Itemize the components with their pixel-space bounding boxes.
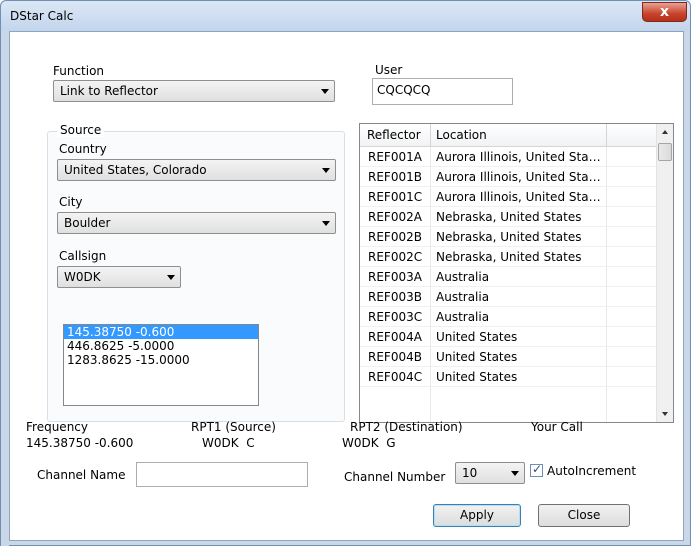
reflector-cell: REF003A bbox=[368, 270, 422, 284]
table-row[interactable]: REF002A Nebraska, United States bbox=[360, 207, 657, 227]
channel-name-input[interactable] bbox=[136, 462, 308, 487]
vertical-scrollbar[interactable] bbox=[656, 124, 673, 422]
function-dropdown[interactable]: Link to Reflector bbox=[53, 80, 335, 102]
country-dropdown[interactable]: United States, Colorado bbox=[57, 159, 336, 181]
column-header-reflector[interactable]: Reflector bbox=[367, 128, 421, 142]
chevron-down-icon bbox=[167, 275, 175, 280]
autoincrement-label[interactable]: AutoIncrement bbox=[547, 464, 636, 478]
title-bar[interactable]: DStar Calc x bbox=[1, 1, 690, 31]
reflector-cell: REF003C bbox=[368, 310, 423, 324]
location-cell: Aurora Illinois, United Stat... bbox=[436, 170, 602, 184]
reflector-cell: REF002B bbox=[368, 230, 422, 244]
city-label: City bbox=[59, 195, 83, 209]
scroll-down-icon[interactable] bbox=[662, 412, 668, 416]
checkmark-icon: ✓ bbox=[532, 462, 543, 476]
reflector-cell: REF002C bbox=[368, 250, 423, 264]
reflector-cell: REF001A bbox=[368, 150, 422, 164]
reflector-table-header: Reflector Location bbox=[360, 124, 657, 147]
table-row[interactable]: REF001A Aurora Illinois, United Stat... bbox=[360, 147, 657, 167]
close-icon: x bbox=[659, 4, 670, 20]
rpt1-value: W0DK C bbox=[202, 436, 255, 450]
location-cell: Nebraska, United States bbox=[436, 210, 582, 224]
callsign-dropdown-value: W0DK bbox=[64, 270, 101, 284]
chevron-down-icon bbox=[322, 168, 330, 173]
reflector-cell: REF004A bbox=[368, 330, 422, 344]
country-label: Country bbox=[59, 142, 107, 156]
callsign-label: Callsign bbox=[59, 249, 107, 263]
table-row[interactable]: REF003C Australia bbox=[360, 307, 657, 327]
table-row[interactable]: REF003A Australia bbox=[360, 267, 657, 287]
column-divider[interactable] bbox=[430, 124, 431, 147]
client-area: Function Link to Reflector User CQCQCQ S… bbox=[9, 31, 684, 541]
table-row[interactable]: REF004A United States bbox=[360, 327, 657, 347]
frequency-listbox[interactable]: 145.38750 -0.600 446.8625 -5.0000 1283.8… bbox=[63, 324, 259, 406]
window-title: DStar Calc bbox=[10, 9, 74, 23]
chevron-down-icon bbox=[511, 471, 519, 476]
rpt2-label: RPT2 (Destination) bbox=[350, 420, 463, 434]
autoincrement-checkbox[interactable]: ✓ bbox=[530, 462, 543, 477]
rpt1-label: RPT1 (Source) bbox=[191, 420, 276, 434]
column-divider[interactable] bbox=[606, 124, 607, 147]
function-dropdown-value: Link to Reflector bbox=[60, 84, 158, 98]
table-row[interactable]: REF004C United States bbox=[360, 367, 657, 387]
reflector-cell: REF001B bbox=[368, 170, 422, 184]
location-cell: Aurora Illinois, United Stat... bbox=[436, 150, 602, 164]
channel-number-value: 10 bbox=[462, 466, 478, 480]
table-row[interactable]: REF004B United States bbox=[360, 347, 657, 367]
table-row[interactable]: REF001B Aurora Illinois, United Stat... bbox=[360, 167, 657, 187]
frequency-label: Frequency bbox=[26, 420, 88, 434]
location-cell: Nebraska, United States bbox=[436, 250, 582, 264]
window-frame-left bbox=[1, 31, 9, 546]
channel-name-label: Channel Name bbox=[37, 468, 126, 482]
city-dropdown-value: Boulder bbox=[64, 216, 111, 230]
table-row[interactable]: REF002B Nebraska, United States bbox=[360, 227, 657, 247]
window-close-button[interactable]: x bbox=[642, 2, 687, 22]
yourcall-label: Your Call bbox=[531, 420, 583, 434]
location-cell: Aurora Illinois, United Stat... bbox=[436, 190, 602, 204]
function-label: Function bbox=[53, 64, 105, 78]
source-group-title: Source bbox=[57, 123, 105, 137]
table-row[interactable]: REF002C Nebraska, United States bbox=[360, 247, 657, 267]
channel-number-label: Channel Number bbox=[344, 470, 446, 484]
reflector-cell: REF001C bbox=[368, 190, 423, 204]
location-cell: Australia bbox=[436, 270, 490, 284]
chevron-down-icon bbox=[322, 221, 330, 226]
reflector-cell: REF003B bbox=[368, 290, 422, 304]
apply-button[interactable]: Apply bbox=[433, 504, 521, 527]
user-label: User bbox=[375, 63, 403, 77]
table-row[interactable]: REF003B Australia bbox=[360, 287, 657, 307]
location-cell: Nebraska, United States bbox=[436, 230, 582, 244]
reflector-cell: REF002A bbox=[368, 210, 422, 224]
location-cell: United States bbox=[436, 370, 518, 384]
location-cell: United States bbox=[436, 330, 518, 344]
reflector-cell: REF004B bbox=[368, 350, 422, 364]
rpt2-value: W0DK G bbox=[342, 436, 396, 450]
scroll-up-icon[interactable] bbox=[662, 130, 668, 134]
frequency-value: 145.38750 -0.600 bbox=[26, 436, 134, 450]
country-dropdown-value: United States, Colorado bbox=[64, 163, 207, 177]
frequency-list-item[interactable]: 1283.8625 -15.0000 bbox=[64, 353, 258, 367]
scroll-thumb[interactable] bbox=[658, 143, 672, 161]
callsign-dropdown[interactable]: W0DK bbox=[57, 266, 181, 288]
user-input[interactable]: CQCQCQ bbox=[372, 78, 513, 105]
location-cell: Australia bbox=[436, 290, 490, 304]
city-dropdown[interactable]: Boulder bbox=[57, 212, 336, 234]
channel-number-dropdown[interactable]: 10 bbox=[455, 462, 525, 484]
reflector-table[interactable]: Reflector Location REF001A Aurora Illinoi… bbox=[359, 123, 674, 423]
frequency-list-item[interactable]: 145.38750 -0.600 bbox=[64, 325, 258, 339]
table-row[interactable]: REF001C Aurora Illinois, United Stat... bbox=[360, 187, 657, 207]
chevron-down-icon bbox=[321, 89, 329, 94]
dstar-calc-window: DStar Calc x Function Link to Reflector … bbox=[0, 0, 691, 546]
frequency-list-item[interactable]: 446.8625 -5.0000 bbox=[64, 339, 258, 353]
location-cell: United States bbox=[436, 350, 518, 364]
user-input-value: CQCQCQ bbox=[377, 83, 431, 97]
location-cell: Australia bbox=[436, 310, 490, 324]
column-header-location[interactable]: Location bbox=[436, 128, 487, 142]
reflector-cell: REF004C bbox=[368, 370, 423, 384]
close-button[interactable]: Close bbox=[538, 504, 630, 527]
